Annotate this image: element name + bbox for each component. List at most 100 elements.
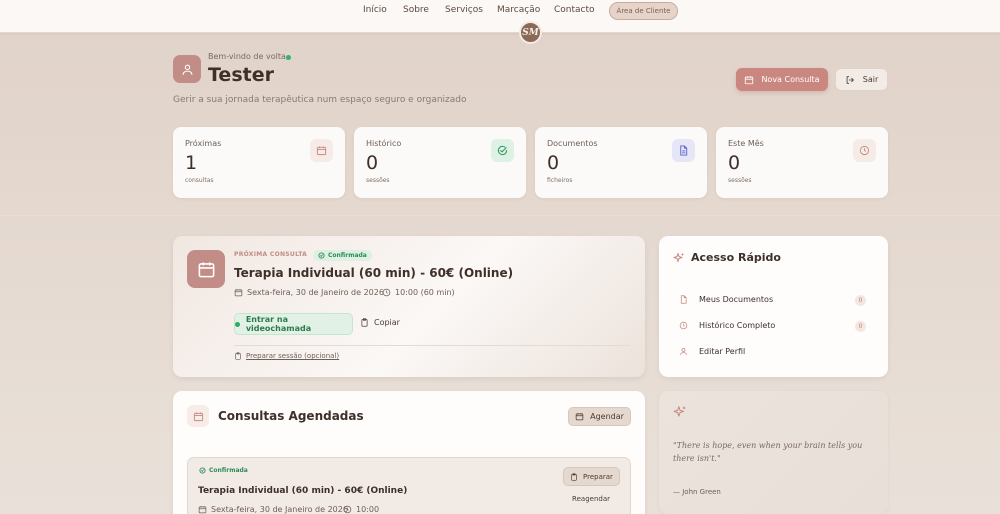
sparkles-icon — [673, 406, 686, 417]
section-divider — [0, 215, 1000, 216]
stat-card-this-month: Este Mês 0 sessões — [716, 127, 888, 198]
quick-item-documents[interactable]: Meus Documentos — [679, 295, 773, 304]
nav-link-inicio[interactable]: Início — [363, 5, 387, 15]
quick-item-label: Histórico Completo — [699, 321, 776, 330]
quick-item-label: Editar Perfil — [699, 347, 746, 356]
date-text: Sexta-feira, 30 de Janeiro de 2026 — [211, 505, 348, 514]
nav-link-sobre[interactable]: Sobre — [403, 5, 429, 15]
join-video-call-label: Entrar na videochamada — [245, 315, 312, 333]
stat-card-documents: Documentos 0 ficheiros — [535, 127, 707, 198]
stat-card-upcoming: Próximas 1 consultas — [173, 127, 345, 198]
stat-unit: consultas — [185, 177, 214, 184]
check-circle-icon — [199, 467, 206, 474]
check-circle-icon — [491, 139, 514, 162]
prepare-session-link[interactable]: Preparar sessão (opcional) — [234, 352, 339, 360]
time-text: 10:00 (60 min) — [395, 288, 455, 297]
new-appointment-button[interactable]: Nova Consulta — [736, 68, 828, 91]
calendar-icon — [575, 413, 584, 421]
next-appointment-label: PRÓXIMA CONSULTA — [234, 251, 308, 258]
stat-value: 0 — [728, 152, 741, 174]
quick-access-card: Acesso Rápido Meus Documentos 0 Históric… — [659, 236, 888, 377]
prepare-session-label: Preparar sessão (opcional) — [246, 352, 340, 360]
online-indicator — [286, 55, 291, 60]
document-icon — [680, 295, 687, 304]
quick-item-history[interactable]: Histórico Completo — [679, 321, 775, 330]
appointment-title: Terapia Individual (60 min) - 60€ (Onlin… — [198, 486, 408, 496]
appointment-time: 10:00 (60 min) — [382, 288, 455, 297]
quote-text: "There is hope, even when your brain tel… — [673, 441, 863, 463]
welcome-text: Bem-vindo de volta, — [208, 52, 289, 61]
stat-value: 1 — [185, 152, 198, 174]
quick-access-title: Acesso Rápido — [691, 251, 781, 264]
clock-icon — [382, 288, 391, 297]
scheduled-title: Consultas Agendadas — [218, 409, 364, 423]
appointment-date: Sexta-feira, 30 de Janeiro de 2026 — [198, 505, 348, 514]
schedule-label: Agendar — [590, 412, 624, 421]
page-subtitle: Gerir a sua jornada terapêutica num espa… — [173, 95, 467, 105]
clipboard-icon — [361, 318, 368, 327]
calendar-icon — [187, 405, 209, 427]
appointment-time: 10:00 — [343, 505, 379, 514]
new-appointment-label: Nova Consulta — [761, 75, 820, 84]
copy-link-button[interactable]: Copiar — [360, 318, 400, 327]
clock-icon — [679, 321, 688, 330]
next-appointment-card: PRÓXIMA CONSULTA Confirmada Terapia Indi… — [173, 236, 645, 377]
user-name: Tester — [208, 64, 274, 86]
card-separator — [234, 345, 630, 346]
nav-link-marcacao[interactable]: Marcação — [497, 5, 540, 15]
status-text: Confirmada — [328, 252, 367, 259]
prepare-button[interactable]: Preparar — [563, 467, 620, 486]
client-area-button[interactable]: Área de Cliente — [609, 2, 678, 20]
clipboard-icon — [571, 472, 577, 481]
calendar-icon — [310, 139, 333, 162]
join-video-call-button[interactable]: Entrar na videochamada — [234, 313, 353, 335]
status-text: Confirmada — [209, 467, 248, 474]
user-avatar — [173, 55, 201, 83]
live-dot-icon — [235, 321, 240, 327]
nav-link-servicos[interactable]: Serviços — [445, 5, 483, 15]
schedule-button[interactable]: Agendar — [568, 407, 631, 426]
calendar-icon — [187, 250, 225, 288]
clipboard-icon — [235, 352, 241, 360]
stat-card-history: Histórico 0 sessões — [354, 127, 526, 198]
logout-icon — [846, 75, 854, 84]
scheduled-appointments-card: Consultas Agendadas Agendar Confirmada T… — [173, 391, 645, 514]
appointment-title: Terapia Individual (60 min) - 60€ (Onlin… — [234, 266, 514, 280]
stat-label: Histórico — [366, 139, 402, 148]
stat-value: 0 — [366, 152, 379, 174]
stat-unit: sessões — [728, 177, 752, 184]
status-badge: Confirmada — [199, 467, 248, 474]
quick-item-label: Meus Documentos — [699, 295, 774, 304]
calendar-icon — [198, 506, 207, 514]
date-text: Sexta-feira, 30 de Janeiro de 2026 — [247, 288, 384, 297]
quote-card: "There is hope, even when your brain tel… — [659, 391, 888, 514]
sparkles-icon — [673, 252, 684, 262]
stat-label: Documentos — [547, 139, 598, 148]
logout-button[interactable]: Sair — [835, 68, 888, 91]
top-navbar: Início Sobre Serviços Marcação Contacto … — [0, 0, 1000, 33]
appointment-item[interactable]: Confirmada Terapia Individual (60 min) -… — [187, 457, 631, 514]
clock-icon — [343, 505, 352, 514]
clock-icon — [853, 139, 876, 162]
count-badge: 0 — [855, 295, 866, 306]
logout-label: Sair — [862, 75, 879, 84]
stat-unit: ficheiros — [547, 177, 573, 184]
reschedule-link[interactable]: Reagendar — [572, 495, 610, 503]
quote-author: — John Green — [673, 488, 721, 496]
nav-link-contacto[interactable]: Contacto — [554, 5, 595, 15]
user-icon — [182, 64, 192, 75]
copy-label: Copiar — [374, 318, 400, 327]
prepare-label: Preparar — [583, 472, 613, 481]
stat-label: Este Mês — [728, 139, 764, 148]
stat-label: Próximas — [185, 139, 222, 148]
check-circle-icon — [318, 252, 325, 259]
calendar-icon — [234, 289, 243, 297]
quick-access-heading: Acesso Rápido — [673, 251, 781, 264]
user-icon — [680, 348, 687, 355]
count-badge: 0 — [855, 321, 866, 332]
time-text: 10:00 — [356, 505, 380, 514]
appointment-date: Sexta-feira, 30 de Janeiro de 2026 — [234, 288, 384, 297]
quick-item-edit-profile[interactable]: Editar Perfil — [679, 347, 745, 356]
logo[interactable]: SM — [519, 21, 542, 44]
stat-unit: sessões — [366, 177, 390, 184]
